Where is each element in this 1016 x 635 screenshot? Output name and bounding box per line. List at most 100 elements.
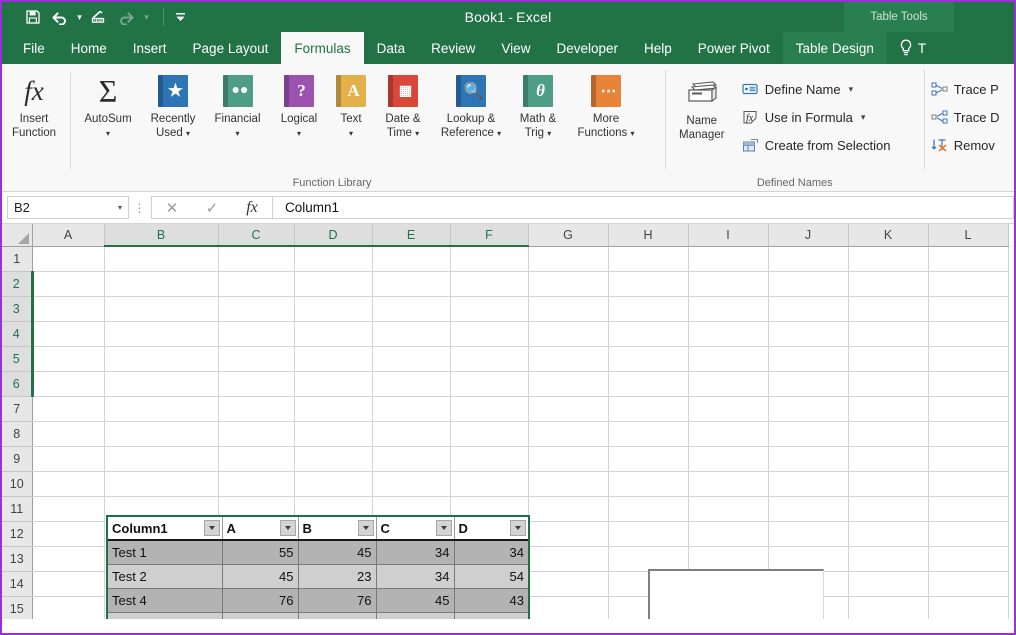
grid-cell-F3[interactable]	[450, 296, 529, 322]
grid-cell-A6[interactable]	[32, 371, 105, 397]
blank-text-box[interactable]	[648, 569, 824, 619]
excel-table-header-cell[interactable]: B	[298, 517, 377, 541]
grid-cell-L1[interactable]	[928, 246, 1009, 272]
grid-cell-H7[interactable]	[608, 396, 689, 422]
grid-cell-A13[interactable]	[32, 546, 105, 572]
grid-cell-C10[interactable]	[218, 471, 295, 497]
grid-cell-G5[interactable]	[528, 346, 609, 372]
grid-cell-C6[interactable]	[218, 371, 295, 397]
table-cell[interactable]: 98	[376, 612, 455, 619]
grid-cell-C1[interactable]	[218, 246, 295, 272]
column-header-c[interactable]: C	[218, 224, 295, 247]
grid-cell-A7[interactable]	[32, 396, 105, 422]
row-header-6[interactable]: 6	[2, 371, 34, 397]
tab-help[interactable]: Help	[631, 32, 685, 64]
grid-cell-D2[interactable]	[294, 271, 373, 297]
grid-cell-B10[interactable]	[104, 471, 219, 497]
grid-cell-I7[interactable]	[688, 396, 769, 422]
create-from-selection-button[interactable]: Create from Selection	[738, 131, 895, 159]
formula-bar-grip[interactable]: ⋮	[129, 196, 151, 219]
row-header-2[interactable]: 2	[2, 271, 34, 297]
grid-cell-E9[interactable]	[372, 446, 451, 472]
grid-cell-A10[interactable]	[32, 471, 105, 497]
tab-table-design[interactable]: Table Design	[782, 32, 887, 64]
table-cell[interactable]: 67	[454, 612, 528, 619]
filter-dropdown-icon[interactable]	[203, 520, 220, 536]
row-header-13[interactable]: 13	[2, 546, 33, 572]
grid-cell-E6[interactable]	[372, 371, 451, 397]
grid-cell-A5[interactable]	[32, 346, 105, 372]
table-row[interactable]: Test 4 76 76 45 43	[108, 588, 528, 613]
grid-cell-A14[interactable]	[32, 571, 105, 597]
row-header-12[interactable]: 12	[2, 521, 33, 547]
table-cell[interactable]: 45	[298, 540, 377, 565]
grid-cell-J9[interactable]	[768, 446, 849, 472]
grid-cell-L14[interactable]	[928, 571, 1009, 597]
grid-cell-J11[interactable]	[768, 496, 849, 522]
grid-cell-E3[interactable]	[372, 296, 451, 322]
column-header-i[interactable]: I	[688, 224, 769, 247]
grid-cell-B9[interactable]	[104, 446, 219, 472]
table-cell[interactable]: 76	[298, 588, 377, 613]
grid-cell-A8[interactable]	[32, 421, 105, 447]
grid-cell-K14[interactable]	[848, 571, 929, 597]
excel-table-header-cell[interactable]: D	[454, 517, 528, 541]
grid-cell-L7[interactable]	[928, 396, 1009, 422]
grid-cell-K12[interactable]	[848, 521, 929, 547]
tab-page-layout[interactable]: Page Layout	[180, 32, 282, 64]
excel-table[interactable]: Column1 A B C D Test 1 55 45 34 34 Test 2 45 23…	[106, 515, 530, 619]
grid-cell-L10[interactable]	[928, 471, 1009, 497]
date-time-button[interactable]: ▦ Date & Time ▾	[374, 69, 432, 141]
row-header-15[interactable]: 15	[2, 596, 33, 619]
trace-precedents-button[interactable]: Trace P	[927, 75, 1014, 103]
grid-cell-H2[interactable]	[608, 271, 689, 297]
grid-cell-E5[interactable]	[372, 346, 451, 372]
tab-insert[interactable]: Insert	[120, 32, 180, 64]
grid-cell-G13[interactable]	[528, 546, 609, 572]
grid-cell-I5[interactable]	[688, 346, 769, 372]
lookup-reference-button[interactable]: 🔍 Lookup & Reference ▾	[432, 69, 510, 141]
chevron-down-icon[interactable]: ▾	[349, 129, 353, 138]
filter-dropdown-icon[interactable]	[279, 520, 296, 536]
grid-cell-B5[interactable]	[104, 346, 219, 372]
grid-cell-C7[interactable]	[218, 396, 295, 422]
grid-cell-J12[interactable]	[768, 521, 849, 547]
grid-cell-A2[interactable]	[32, 271, 105, 297]
define-name-button[interactable]: Define Name ▾	[738, 75, 895, 103]
grid-cell-G2[interactable]	[528, 271, 609, 297]
grid-cell-F1[interactable]	[450, 246, 529, 272]
grid-cell-F6[interactable]	[450, 371, 529, 397]
table-cell[interactable]: 23	[298, 564, 377, 589]
row-header-4[interactable]: 4	[2, 321, 34, 347]
use-in-formula-button[interactable]: fx Use in Formula ▾	[738, 103, 895, 131]
grid-cell-L4[interactable]	[928, 321, 1009, 347]
grid-cell-E8[interactable]	[372, 421, 451, 447]
grid-cell-L13[interactable]	[928, 546, 1009, 572]
trace-dependents-button[interactable]: Trace D	[927, 103, 1014, 131]
grid-cell-G8[interactable]	[528, 421, 609, 447]
remove-arrows-button[interactable]: Remov	[927, 131, 1014, 159]
grid-cell-G12[interactable]	[528, 521, 609, 547]
column-header-d[interactable]: D	[294, 224, 373, 247]
grid-cell-G15[interactable]	[528, 596, 609, 619]
grid-cell-K9[interactable]	[848, 446, 929, 472]
grid-cell-H4[interactable]	[608, 321, 689, 347]
row-header-5[interactable]: 5	[2, 346, 34, 372]
save-icon[interactable]	[20, 5, 46, 29]
grid-cell-A15[interactable]	[32, 596, 105, 619]
autosum-button[interactable]: Σ AutoSum ▾	[75, 69, 141, 141]
table-cell[interactable]: Test 2	[108, 564, 223, 589]
recently-used-button[interactable]: ★ Recently Used ▾	[141, 69, 205, 141]
grid-cell-H5[interactable]	[608, 346, 689, 372]
grid-cell-C3[interactable]	[218, 296, 295, 322]
table-row[interactable]: Test 590769867	[108, 612, 528, 619]
grid-cell-L3[interactable]	[928, 296, 1009, 322]
grid-cell-G1[interactable]	[528, 246, 609, 272]
grid-cell-E7[interactable]	[372, 396, 451, 422]
grid-cell-K1[interactable]	[848, 246, 929, 272]
grid-cell-G4[interactable]	[528, 321, 609, 347]
grid-cell-C4[interactable]	[218, 321, 295, 347]
grid-cell-A11[interactable]	[32, 496, 105, 522]
table-cell[interactable]: 34	[376, 564, 455, 589]
grid-cell-A12[interactable]	[32, 521, 105, 547]
